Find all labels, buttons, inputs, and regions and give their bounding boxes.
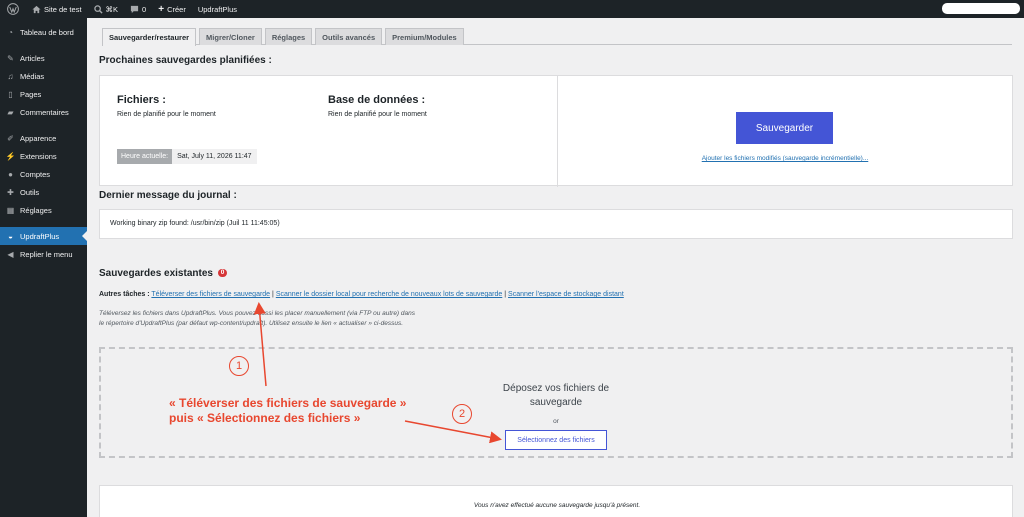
sidebar-item-medias[interactable]: ♫ Médias: [0, 67, 87, 85]
annotation-step-1: 1: [229, 356, 249, 376]
sidebar-item-label: Replier le menu: [20, 249, 73, 259]
admin-bar: Site de test ⌘K 0 + Créer UpdraftPlus: [0, 0, 1024, 18]
sidebar-item-label: Outils: [20, 187, 40, 197]
sidebar-item-settings[interactable]: ▦ Réglages: [0, 201, 87, 219]
wrench-icon: ✚: [7, 187, 14, 197]
sidebar-item-label: Commentaires: [20, 107, 69, 117]
search-icon: [93, 4, 103, 14]
sidebar-item-collapse[interactable]: ◀ Replier le menu: [0, 245, 87, 263]
sidebar-item-appearance[interactable]: ✐ Apparence: [0, 129, 87, 147]
adminbar-search-input[interactable]: [942, 3, 1020, 14]
wordpress-logo-icon[interactable]: [0, 0, 26, 18]
sidebar-item-pages[interactable]: ▯ Pages: [0, 85, 87, 103]
sidebar-item-label: Réglages: [20, 205, 52, 215]
user-icon: ●: [8, 169, 13, 179]
media-icon: ♫: [7, 71, 14, 81]
home-icon: [32, 5, 41, 13]
page-icon: ▯: [8, 89, 13, 99]
updraft-icon: ◒: [8, 231, 13, 241]
new-content-link[interactable]: + Créer: [152, 0, 192, 18]
admin-sidebar: ◔ Tableau de bord ✎ Articles ♫ Médias ▯ Page…: [0, 18, 87, 517]
site-name-label: Site de test: [44, 4, 82, 14]
sidebar-item-comments[interactable]: ▰ Commentaires: [0, 103, 87, 121]
settings-icon: ▦: [6, 205, 15, 215]
command-palette-button[interactable]: ⌘K: [88, 0, 125, 18]
shortcut-label: ⌘K: [105, 4, 119, 14]
sidebar-item-updraftplus[interactable]: ◒ UpdraftPlus: [0, 227, 87, 245]
comments-count: 0: [142, 4, 147, 14]
sidebar-item-extensions[interactable]: ⚡ Extensions: [0, 147, 87, 165]
updraftplus-adminbar-link[interactable]: UpdraftPlus: [192, 0, 243, 18]
updraftplus-adminbar-label: UpdraftPlus: [197, 4, 238, 14]
sidebar-item-label: Apparence: [20, 133, 57, 143]
sidebar-item-label: Médias: [20, 71, 45, 81]
annotation-text: « Téléverser des fichiers de sauvegarde …: [169, 396, 406, 426]
main-content: Sauvegarder/restaurer Migrer/Cloner Régl…: [87, 18, 1024, 517]
sidebar-item-tools[interactable]: ✚ Outils: [0, 183, 87, 201]
sidebar-item-label: Pages: [20, 89, 42, 99]
pin-icon: ✎: [7, 53, 14, 63]
annotation-line-1: « Téléverser des fichiers de sauvegarde …: [169, 396, 407, 410]
sidebar-item-accounts[interactable]: ● Comptes: [0, 165, 87, 183]
annotation-line-2: puis « Sélectionnez des fichiers »: [169, 411, 361, 425]
site-name-link[interactable]: Site de test: [26, 0, 88, 18]
comment-icon: [130, 5, 139, 13]
sidebar-item-articles[interactable]: ✎ Articles: [0, 49, 87, 67]
annotation-step-2: 2: [452, 404, 472, 424]
sidebar-item-dashboard[interactable]: ◔ Tableau de bord: [0, 23, 87, 41]
plugin-icon: ⚡: [5, 151, 16, 161]
new-content-label: Créer: [167, 4, 186, 14]
brush-icon: ✐: [7, 133, 14, 143]
annotation-arrows: [253, 302, 502, 444]
sidebar-item-label: Extensions: [20, 151, 57, 161]
comment-icon: ▰: [7, 107, 14, 117]
plus-icon: +: [158, 3, 165, 15]
comments-link[interactable]: 0: [124, 0, 152, 18]
sidebar-item-label: UpdraftPlus: [20, 231, 60, 241]
sidebar-item-label: Articles: [20, 53, 45, 63]
collapse-icon: ◀: [7, 249, 14, 259]
dashboard-icon: ◔: [8, 27, 13, 37]
sidebar-item-label: Tableau de bord: [20, 27, 74, 37]
sidebar-item-label: Comptes: [20, 169, 51, 179]
